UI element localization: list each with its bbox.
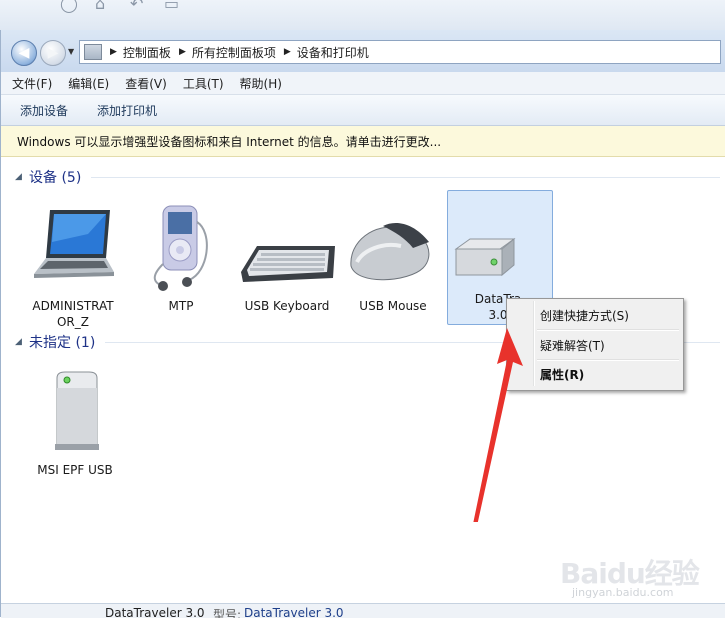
collapse-triangle-icon[interactable]: ◢ [15,337,29,347]
devices-and-printers-window: ◀ ▶ ▼ ▶ 控制面板 ▶ 所有控制面板项 ▶ 设备和打印机 文件(F) 编辑… [0,30,725,618]
breadcrumb[interactable]: ▶ 控制面板 ▶ 所有控制面板项 ▶ 设备和打印机 [79,40,721,64]
menu-separator [537,329,679,331]
device-label-line2: 3.0 [488,308,508,322]
laptop-icon [34,210,114,278]
command-bar: 添加设备 添加打印机 [1,95,725,126]
menu-item-label: 创建快捷方式(S) [540,308,629,323]
menu-file[interactable]: 文件(F) [12,75,52,92]
browser-back-icon: ◯ [60,0,78,13]
browser-toolbar-strip: ◯ ⌂ ↶ ▭ [0,0,725,31]
browser-tab-icon: ▭ [164,0,180,13]
menu-item-label: 疑难解答(T) [540,338,605,353]
menu-edit[interactable]: 编辑(E) [68,75,109,92]
status-model-label: 型号: [213,608,242,618]
group-title: 未指定 (1) [29,335,96,351]
collapse-triangle-icon[interactable]: ◢ [15,172,29,182]
status-bar: DataTraveler 3.0 型号: DataTraveler 3.0 [1,603,725,618]
menu-help[interactable]: 帮助(H) [240,75,282,92]
mouse-icon [350,223,430,281]
arrow-left-icon: ◀ [18,45,30,61]
device-item-administrator[interactable]: ADMINISTRATOR_Z [23,202,123,334]
breadcrumb-control-panel[interactable]: 控制面板 [123,44,171,61]
baidu-watermark: Baidu经验 jingyan.baidu.com [560,552,710,599]
add-printer-button[interactable]: 添加打印机 [97,102,157,119]
device-label: USB Mouse [359,299,427,313]
arrow-right-icon: ▶ [47,45,59,61]
device-label: ADMINISTRATOR_Z [32,299,114,329]
watermark-url: jingyan.baidu.com [572,586,674,599]
info-bar-text: Windows 可以显示增强型设备图标和来自 Internet 的信息。请单击进… [17,134,442,149]
annotation-arrow-icon [473,328,523,522]
forward-button[interactable]: ▶ [40,40,66,66]
menu-tools[interactable]: 工具(T) [183,75,224,92]
device-item-msi-epf-usb[interactable]: MSI EPF USB [25,366,125,498]
status-device-name: DataTraveler 3.0 [105,606,205,618]
breadcrumb-devices-printers[interactable]: 设备和打印机 [297,44,369,61]
device-item-usb-keyboard[interactable]: USB Keyboard [237,202,337,334]
recent-pages-dropdown-icon[interactable]: ▼ [68,47,74,56]
device-item-mtp[interactable]: MTP [131,202,231,334]
breadcrumb-all-items[interactable]: 所有控制面板项 [192,44,276,61]
status-model-value: DataTraveler 3.0 [244,606,344,618]
menu-bar: 文件(F) 编辑(E) 查看(V) 工具(T) 帮助(H) [1,72,725,95]
group-title: 设备 (5) [29,170,82,186]
keyboard-icon [241,246,335,282]
address-bar: ◀ ▶ ▼ ▶ 控制面板 ▶ 所有控制面板项 ▶ 设备和打印机 [1,30,725,72]
tower-device-icon [55,371,99,450]
device-label: USB Keyboard [244,299,330,313]
menu-view[interactable]: 查看(V) [125,75,167,92]
group-header-devices[interactable]: ◢ 设备 (5) [15,167,720,187]
add-device-button[interactable]: 添加设备 [20,102,68,119]
device-item-usb-mouse[interactable]: USB Mouse [343,202,443,334]
chevron-right-icon[interactable]: ▶ [110,47,117,57]
menu-item-label: 属性(R) [540,367,585,382]
browser-undo-icon: ↶ [130,0,144,13]
browser-home-icon: ⌂ [95,0,106,13]
device-label: MTP [168,299,194,313]
drive-icon [454,237,516,277]
media-player-icon [153,205,208,291]
info-bar[interactable]: Windows 可以显示增强型设备图标和来自 Internet 的信息。请单击进… [1,126,725,157]
chevron-right-icon[interactable]: ▶ [284,47,291,57]
device-label: MSI EPF USB [37,463,113,477]
group-divider [91,176,720,178]
back-button[interactable]: ◀ [11,40,37,66]
chevron-right-icon[interactable]: ▶ [179,47,186,57]
control-panel-icon [84,44,102,60]
